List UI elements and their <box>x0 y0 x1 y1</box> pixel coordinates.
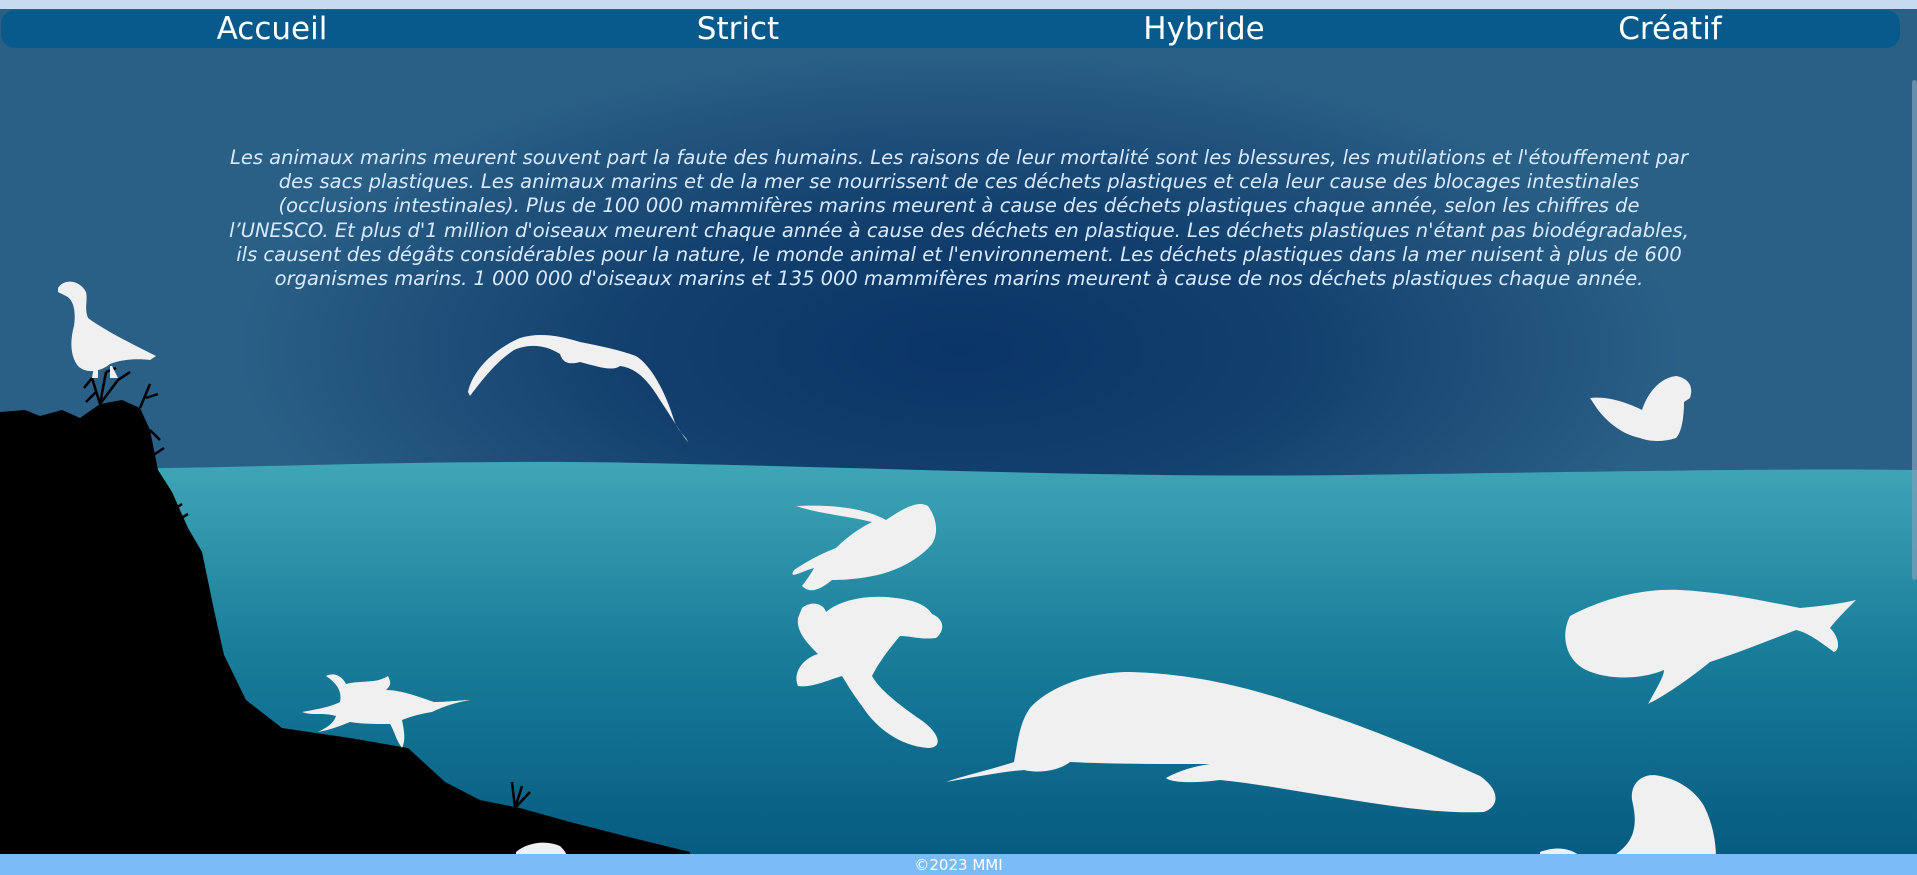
scrollbar[interactable] <box>1912 80 1917 580</box>
nav-link-creatif[interactable]: Créatif <box>1618 11 1721 47</box>
nav-link-strict[interactable]: Strict <box>697 11 779 47</box>
top-strip <box>0 0 1917 9</box>
ocean-scene: Accueil Strict Hybride Créatif Les anima… <box>0 0 1917 875</box>
main-navigation: Accueil Strict Hybride Créatif <box>1 10 1900 48</box>
seagull-silhouette <box>58 281 156 378</box>
albatross-silhouette <box>468 335 688 442</box>
intro-paragraph: Les animaux marins meurent souvent part … <box>229 146 1689 291</box>
page-footer: ©2023 MMI <box>0 854 1917 875</box>
sea-illustration <box>0 281 1917 860</box>
footer-copyright: ©2023 MMI <box>914 856 1003 874</box>
seabird-silhouette <box>1590 376 1692 441</box>
nav-link-hybride[interactable]: Hybride <box>1143 11 1264 47</box>
nav-link-accueil[interactable]: Accueil <box>217 11 328 47</box>
